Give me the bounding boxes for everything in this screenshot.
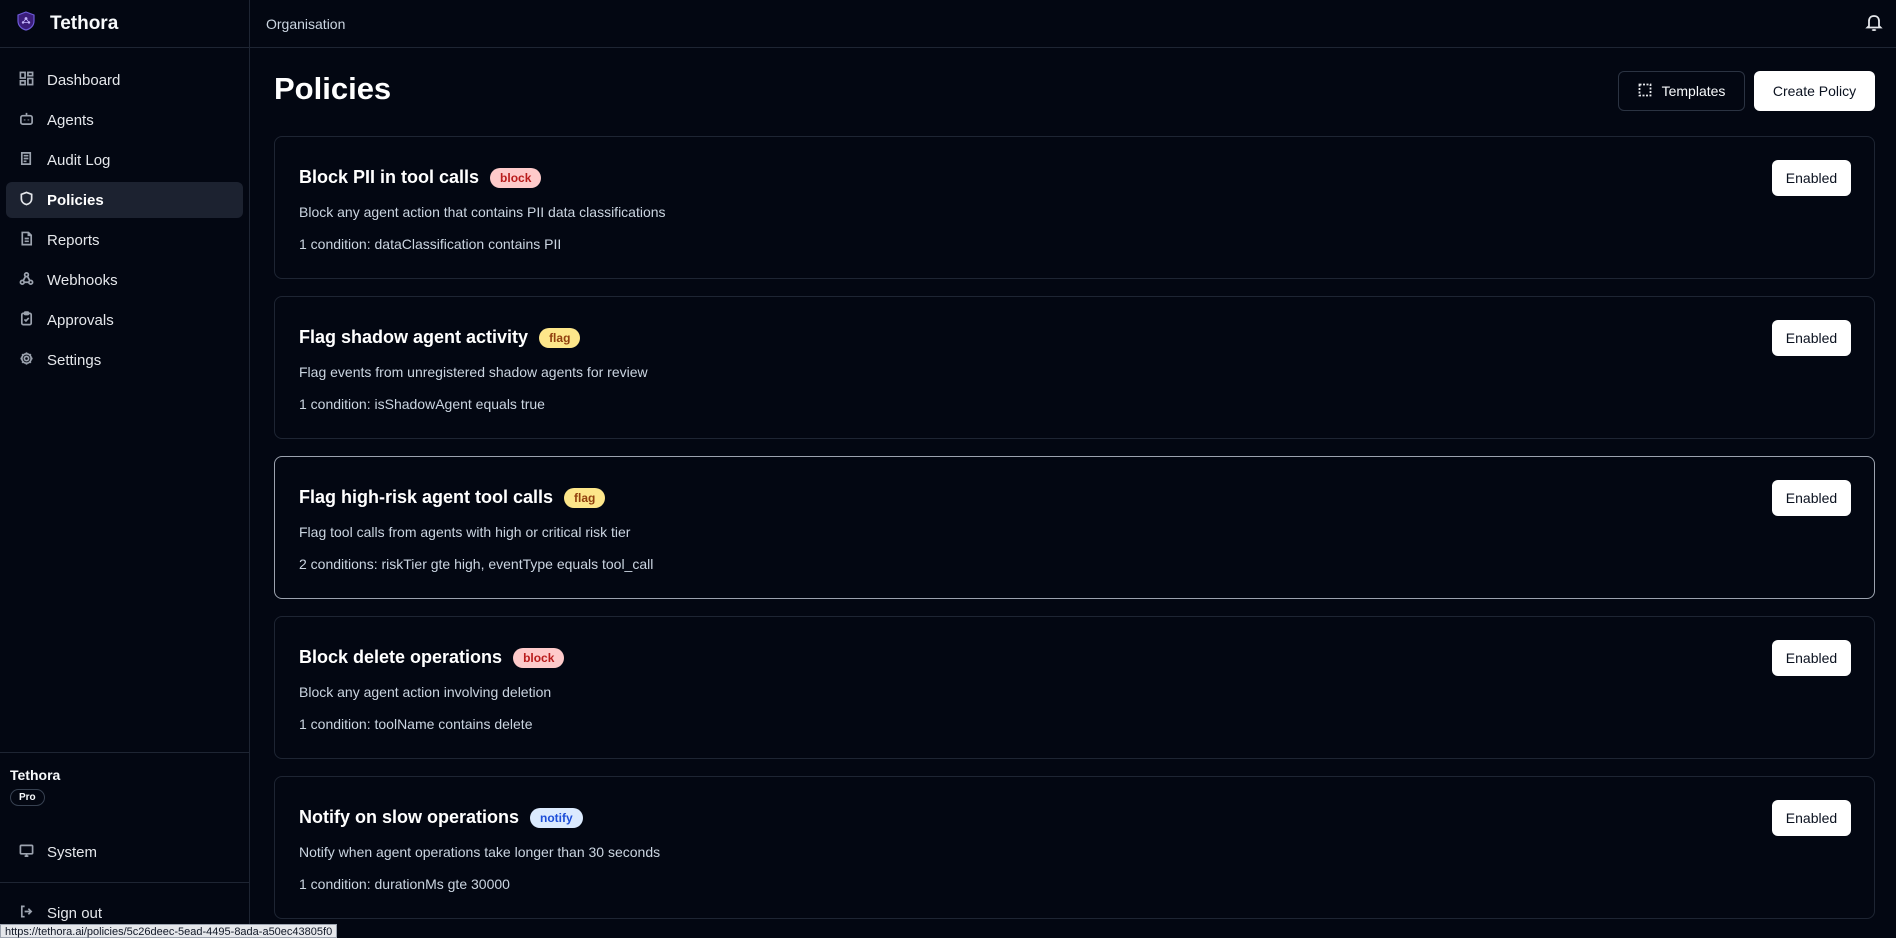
policy-conditions: 2 conditions: riskTier gte high, eventTy…: [299, 556, 654, 572]
sidebar-item-agents[interactable]: Agents: [6, 102, 243, 138]
policy-card[interactable]: Block PII in tool calls block Block any …: [274, 136, 1875, 279]
sidebar: Tethora Dashboard Agents Audit Log Polic…: [0, 0, 250, 938]
policy-action-badge: notify: [530, 807, 583, 828]
policy-title: Flag shadow agent activity: [299, 327, 529, 347]
policy-status-button[interactable]: Enabled: [1772, 320, 1851, 356]
audit-log-icon: [19, 151, 47, 170]
logo-icon: [16, 11, 36, 36]
policy-status-button[interactable]: Enabled: [1772, 480, 1851, 516]
policy-action-badge: block: [513, 647, 565, 668]
policy-title-row: Flag shadow agent activity flag: [299, 327, 581, 348]
breadcrumb[interactable]: Organisation: [266, 16, 345, 32]
policy-status-button[interactable]: Enabled: [1772, 160, 1851, 196]
sidebar-item-label: Approvals: [47, 311, 114, 329]
sidebar-item-settings[interactable]: Settings: [6, 342, 243, 378]
templates-button[interactable]: Templates: [1618, 71, 1745, 111]
policy-status-button[interactable]: Enabled: [1772, 800, 1851, 836]
sidebar-item-label: Reports: [47, 231, 100, 249]
create-policy-button[interactable]: Create Policy: [1754, 71, 1875, 111]
policy-card[interactable]: Flag shadow agent activity flag Flag eve…: [274, 296, 1875, 439]
policy-title-row: Notify on slow operations notify: [299, 807, 583, 828]
policy-conditions: 1 condition: durationMs gte 30000: [299, 876, 510, 892]
policy-card[interactable]: Notify on slow operations notify Notify …: [274, 776, 1875, 919]
policy-title: Flag high-risk agent tool calls: [299, 487, 554, 507]
sidebar-item-audit-log[interactable]: Audit Log: [6, 142, 243, 178]
policy-conditions: 1 condition: toolName contains delete: [299, 716, 533, 732]
policy-conditions: 1 condition: dataClassification contains…: [299, 236, 562, 252]
sidebar-item-webhooks[interactable]: Webhooks: [6, 262, 243, 298]
plan-badge: Pro: [10, 789, 45, 806]
bot-icon: [19, 111, 47, 130]
policy-conditions: 1 condition: isShadowAgent equals true: [299, 396, 545, 412]
brand[interactable]: Tethora: [0, 0, 249, 48]
sidebar-item-label: Audit Log: [47, 151, 111, 169]
policy-description: Flag tool calls from agents with high or…: [299, 524, 631, 540]
gear-icon: [19, 351, 47, 370]
policy-title-row: Flag high-risk agent tool calls flag: [299, 487, 606, 508]
sidebar-item-label: Webhooks: [47, 271, 118, 289]
policy-action-badge: flag: [539, 327, 581, 348]
monitor-icon: [19, 843, 47, 862]
org-name: Tethora: [10, 767, 61, 783]
policy-title-row: Block delete operations block: [299, 647, 565, 668]
shield-icon: [19, 191, 47, 210]
policy-description: Block any agent action involving deletio…: [299, 684, 552, 700]
policy-description: Flag events from unregistered shadow age…: [299, 364, 648, 380]
org-switcher[interactable]: Tethora Pro: [0, 752, 249, 806]
templates-icon: [1638, 83, 1662, 100]
policy-title: Notify on slow operations: [299, 807, 520, 827]
policy-status-button[interactable]: Enabled: [1772, 640, 1851, 676]
bell-icon[interactable]: [1864, 12, 1884, 32]
policy-card[interactable]: Block delete operations block Block any …: [274, 616, 1875, 759]
page-title: Policies: [274, 71, 392, 106]
divider: [0, 882, 249, 883]
policy-description: Notify when agent operations take longer…: [299, 844, 661, 860]
page-header: Policies Templates Create Policy: [274, 48, 1875, 136]
dashboard-icon: [19, 71, 47, 90]
policy-title-row: Block PII in tool calls block: [299, 167, 542, 188]
sidebar-item-approvals[interactable]: Approvals: [6, 302, 243, 338]
app-name: Tethora: [50, 12, 119, 34]
policy-card[interactable]: Flag high-risk agent tool calls flag Fla…: [274, 456, 1875, 599]
policy-title: Block delete operations: [299, 647, 503, 667]
webhook-icon: [19, 271, 47, 290]
policy-action-badge: block: [490, 167, 542, 188]
link-preview-url: https://tethora.ai/policies/5c26deec-5ea…: [0, 924, 338, 938]
sidebar-item-label: Policies: [47, 191, 104, 209]
sidebar-item-label: Settings: [47, 351, 102, 369]
sidebar-item-label: Dashboard: [47, 71, 121, 89]
document-icon: [19, 231, 47, 250]
sidebar-item-policies[interactable]: Policies: [6, 182, 243, 218]
sign-out-icon: [19, 904, 47, 923]
sidebar-item-reports[interactable]: Reports: [6, 222, 243, 258]
policy-description: Block any agent action that contains PII…: [299, 204, 666, 220]
sidebar-nav: Dashboard Agents Audit Log Policies Repo…: [0, 48, 249, 378]
sidebar-item-label: Agents: [47, 111, 94, 129]
policy-action-badge: flag: [564, 487, 606, 508]
sidebar-item-dashboard[interactable]: Dashboard: [6, 62, 243, 98]
top-bar: Organisation: [250, 0, 1896, 48]
system-label: System: [47, 843, 98, 861]
templates-label: Templates: [1661, 83, 1726, 99]
clipboard-check-icon: [19, 310, 47, 330]
policy-title: Block PII in tool calls: [299, 167, 480, 187]
main-content: Policies Templates Create Policy Block P…: [274, 48, 1875, 936]
system-theme-button[interactable]: System: [6, 834, 242, 870]
sign-out-label: Sign out: [47, 904, 103, 922]
